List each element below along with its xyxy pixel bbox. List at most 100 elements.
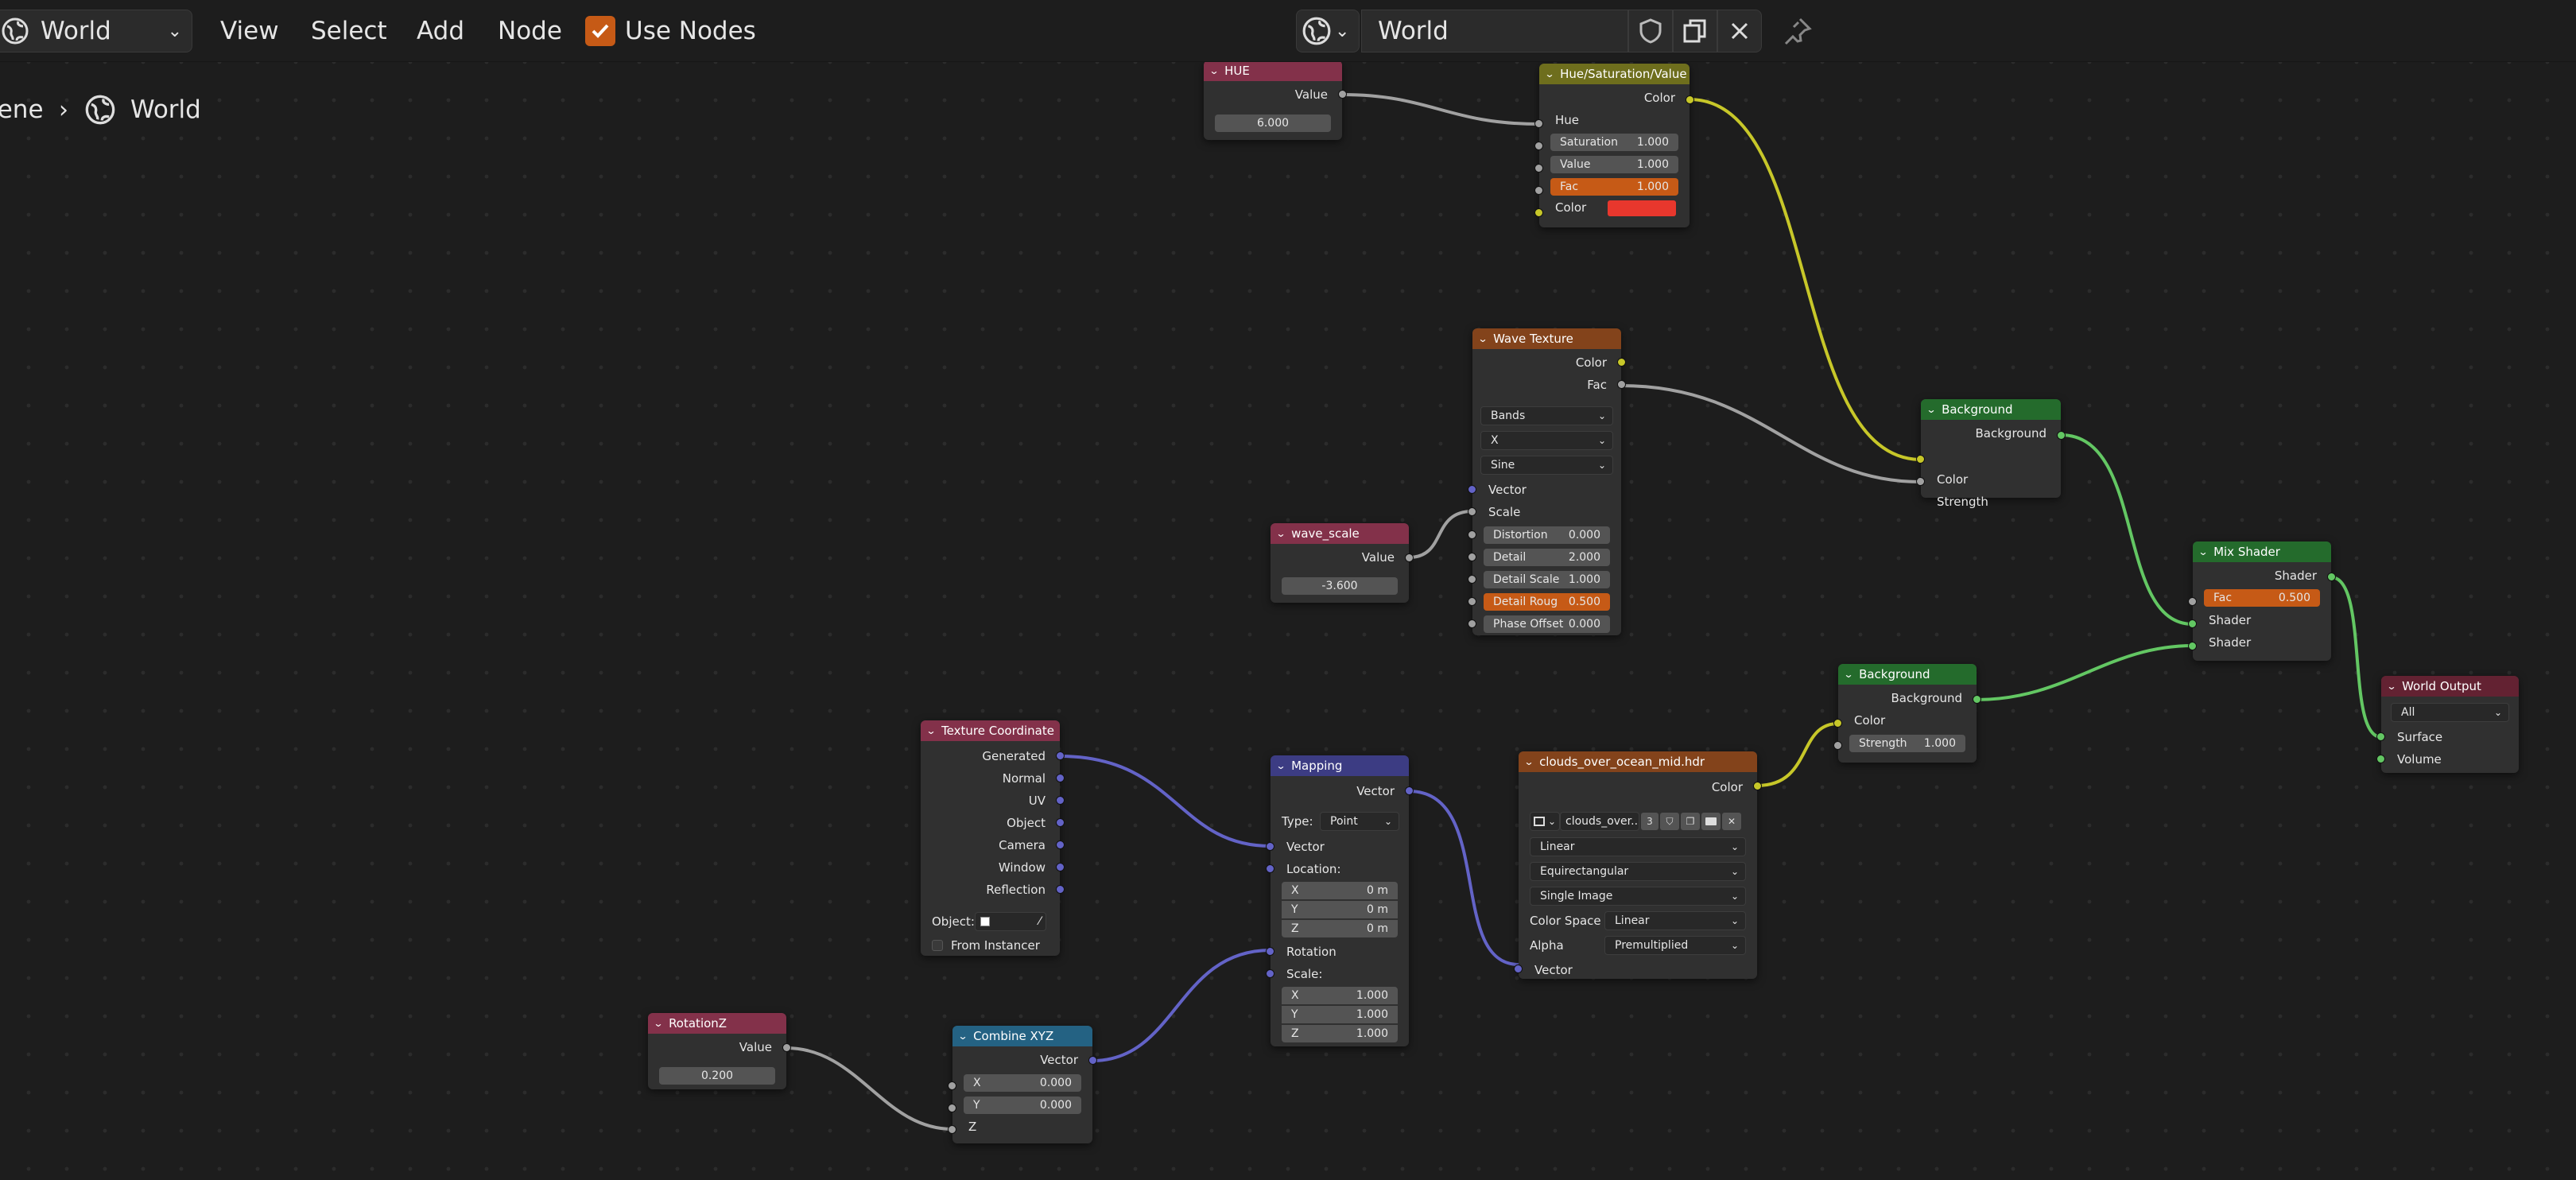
value-field[interactable]: 6.000 bbox=[1215, 115, 1331, 132]
open-image-button[interactable] bbox=[1701, 813, 1721, 830]
node-header[interactable]: ⌄ Background bbox=[1921, 399, 2061, 420]
node-header[interactable]: ⌄ Hue/Saturation/Value bbox=[1539, 64, 1690, 84]
menu-node[interactable]: Node bbox=[498, 10, 562, 52]
pin-button[interactable] bbox=[1778, 10, 1818, 52]
from-instancer-checkbox[interactable] bbox=[932, 940, 943, 951]
value-field[interactable]: Value 1.000 bbox=[1550, 156, 1678, 173]
interpolation-dropdown[interactable]: Linear ⌄ bbox=[1530, 837, 1746, 856]
from-instancer-toggle[interactable]: From Instancer bbox=[921, 935, 1060, 956]
socket-input-fac[interactable] bbox=[1534, 186, 1543, 195]
collapse-chevron-icon[interactable]: ⌄ bbox=[1926, 404, 1936, 415]
link-rotz-to-combine[interactable] bbox=[786, 1046, 953, 1131]
link-background-to-mix[interactable] bbox=[2060, 433, 2194, 626]
socket-output-normal[interactable] bbox=[1056, 774, 1065, 782]
detail-roughness-field[interactable]: Detail Roug 0.500 bbox=[1484, 593, 1610, 611]
source-dropdown[interactable]: Single Image ⌄ bbox=[1530, 887, 1746, 906]
socket-input-detail-roughness[interactable] bbox=[1468, 597, 1476, 606]
socket-output-reflection[interactable] bbox=[1056, 885, 1065, 894]
socket-output-color[interactable] bbox=[1617, 358, 1626, 367]
socket-input-color[interactable] bbox=[1916, 455, 1925, 464]
strength-field[interactable]: Strength 1.000 bbox=[1849, 735, 1965, 752]
socket-input-color[interactable] bbox=[1833, 719, 1842, 728]
socket-output-vector[interactable] bbox=[1405, 786, 1414, 795]
node-world-output[interactable]: ⌄ World Output All ⌄ Surface Volume bbox=[2376, 676, 2519, 773]
node-header[interactable]: ⌄ Combine XYZ bbox=[952, 1026, 1092, 1046]
x-field[interactable]: X 0.000 bbox=[964, 1074, 1081, 1092]
socket-input-volume[interactable] bbox=[2376, 755, 2385, 763]
socket-output-color[interactable] bbox=[1686, 95, 1694, 104]
link-wavescale-to-wave[interactable] bbox=[1408, 510, 1473, 559]
node-header[interactable]: ⌄ Wave Texture bbox=[1472, 328, 1621, 349]
link-texcoord-to-mapping[interactable] bbox=[1059, 755, 1271, 848]
duplicate-button[interactable] bbox=[1673, 10, 1717, 52]
node-combine-xyz[interactable]: ⌄ Combine XYZ Vector X 0.000 Y 0.000 Z bbox=[948, 1026, 1097, 1143]
socket-input-scale[interactable] bbox=[1266, 969, 1274, 978]
socket-input-saturation[interactable] bbox=[1534, 142, 1543, 150]
fac-field[interactable]: Fac 0.500 bbox=[2204, 589, 2320, 607]
unlink-button[interactable] bbox=[1717, 10, 1762, 52]
node-header[interactable]: ⌄ Background bbox=[1838, 664, 1977, 685]
collapse-chevron-icon[interactable]: ⌄ bbox=[1208, 65, 1219, 76]
fake-user-button[interactable]: ⛉ bbox=[1660, 813, 1679, 830]
link-combine-to-mapping[interactable] bbox=[1092, 949, 1271, 1062]
unlink-button[interactable]: ✕ bbox=[1722, 813, 1741, 830]
socket-input-fac[interactable] bbox=[2188, 597, 2197, 606]
collapse-chevron-icon[interactable]: ⌄ bbox=[2198, 546, 2208, 557]
socket-input-surface[interactable] bbox=[2376, 732, 2385, 741]
color-space-dropdown[interactable]: Linear ⌄ bbox=[1604, 911, 1746, 930]
use-nodes-toggle[interactable]: Use Nodes bbox=[585, 10, 756, 52]
use-nodes-checkbox[interactable] bbox=[585, 16, 615, 46]
saturation-field[interactable]: Saturation 1.000 bbox=[1550, 134, 1678, 151]
node-background-2[interactable]: ⌄ Background Background Color Strength 1.0… bbox=[1833, 664, 1981, 763]
socket-input-y[interactable] bbox=[948, 1104, 956, 1112]
collapse-chevron-icon[interactable]: ⌄ bbox=[2386, 681, 2396, 692]
socket-output[interactable] bbox=[1405, 553, 1414, 562]
socket-output-shader[interactable] bbox=[2327, 573, 2336, 581]
detail-scale-field[interactable]: Detail Scale 1.000 bbox=[1484, 571, 1610, 588]
link-background2-to-mix[interactable] bbox=[1976, 644, 2194, 701]
socket-input-vector[interactable] bbox=[1514, 965, 1523, 973]
image-name-field[interactable]: clouds_over... bbox=[1560, 812, 1639, 831]
node-rotation-z[interactable]: ⌄ RotationZ Value 0.200 bbox=[648, 1013, 791, 1089]
node-wave-scale[interactable]: ⌄ wave_scale Value -3.600 bbox=[1271, 523, 1414, 603]
world-name-field[interactable]: World bbox=[1361, 10, 1628, 52]
link-mix-to-output[interactable] bbox=[2330, 576, 2382, 739]
collapse-chevron-icon[interactable]: ⌄ bbox=[653, 1018, 663, 1029]
socket-input-color[interactable] bbox=[1534, 208, 1543, 217]
collapse-chevron-icon[interactable]: ⌄ bbox=[1477, 333, 1488, 344]
node-mapping[interactable]: ⌄ Mapping Vector Type: Point ⌄ Vector Loca… bbox=[1266, 755, 1414, 1046]
location-x-field[interactable]: X0 m bbox=[1282, 882, 1398, 899]
node-header[interactable]: ⌄ Mapping bbox=[1271, 755, 1409, 776]
socket-output-uv[interactable] bbox=[1056, 796, 1065, 805]
color-swatch[interactable] bbox=[1608, 200, 1676, 216]
socket-input-vector[interactable] bbox=[1266, 842, 1274, 851]
node-header[interactable]: ⌄ Mix Shader bbox=[2193, 541, 2331, 562]
wave-direction-dropdown[interactable]: X ⌄ bbox=[1480, 431, 1613, 450]
location-z-field[interactable]: Z0 m bbox=[1282, 920, 1398, 937]
socket-input-detail[interactable] bbox=[1468, 553, 1476, 561]
detail-field[interactable]: Detail 2.000 bbox=[1484, 549, 1610, 566]
socket-output-object[interactable] bbox=[1056, 818, 1065, 827]
socket-output-generated[interactable] bbox=[1056, 751, 1065, 760]
node-header[interactable]: ⌄ World Output bbox=[2381, 676, 2519, 697]
image-browse-button[interactable]: ⌄ bbox=[1530, 812, 1560, 831]
image-users-count[interactable]: 3 bbox=[1641, 813, 1658, 830]
node-texture-coordinate[interactable]: ⌄ Texture Coordinate Generated Normal UV … bbox=[921, 720, 1065, 956]
node-header[interactable]: ⌄ RotationZ bbox=[648, 1013, 786, 1034]
socket-input-shader-2[interactable] bbox=[2188, 642, 2197, 650]
world-browse-button[interactable]: ⌄ bbox=[1296, 10, 1360, 52]
link-wave-to-background[interactable] bbox=[1620, 384, 1922, 483]
node-mix-shader[interactable]: ⌄ Mix Shader Shader Fac 0.500 Shader Shade… bbox=[2188, 541, 2336, 661]
socket-output-background[interactable] bbox=[1973, 695, 1981, 704]
projection-dropdown[interactable]: Equirectangular ⌄ bbox=[1530, 862, 1746, 881]
link-env-to-background2[interactable] bbox=[1756, 722, 1839, 787]
node-header[interactable]: ⌄ HUE bbox=[1204, 60, 1342, 81]
shader-type-dropdown[interactable]: World ⌄ bbox=[0, 10, 192, 52]
socket-output-window[interactable] bbox=[1056, 863, 1065, 871]
collapse-chevron-icon[interactable]: ⌄ bbox=[1843, 669, 1853, 680]
socket-input-x[interactable] bbox=[948, 1081, 956, 1090]
mapping-type-dropdown[interactable]: Point ⌄ bbox=[1320, 812, 1399, 831]
link-hue-to-hsv[interactable] bbox=[1341, 93, 1540, 126]
node-wave-texture[interactable]: ⌄ Wave Texture Color Fac Bands ⌄ X ⌄ Sine ⌄ … bbox=[1468, 328, 1626, 635]
socket-output-vector[interactable] bbox=[1088, 1056, 1097, 1065]
